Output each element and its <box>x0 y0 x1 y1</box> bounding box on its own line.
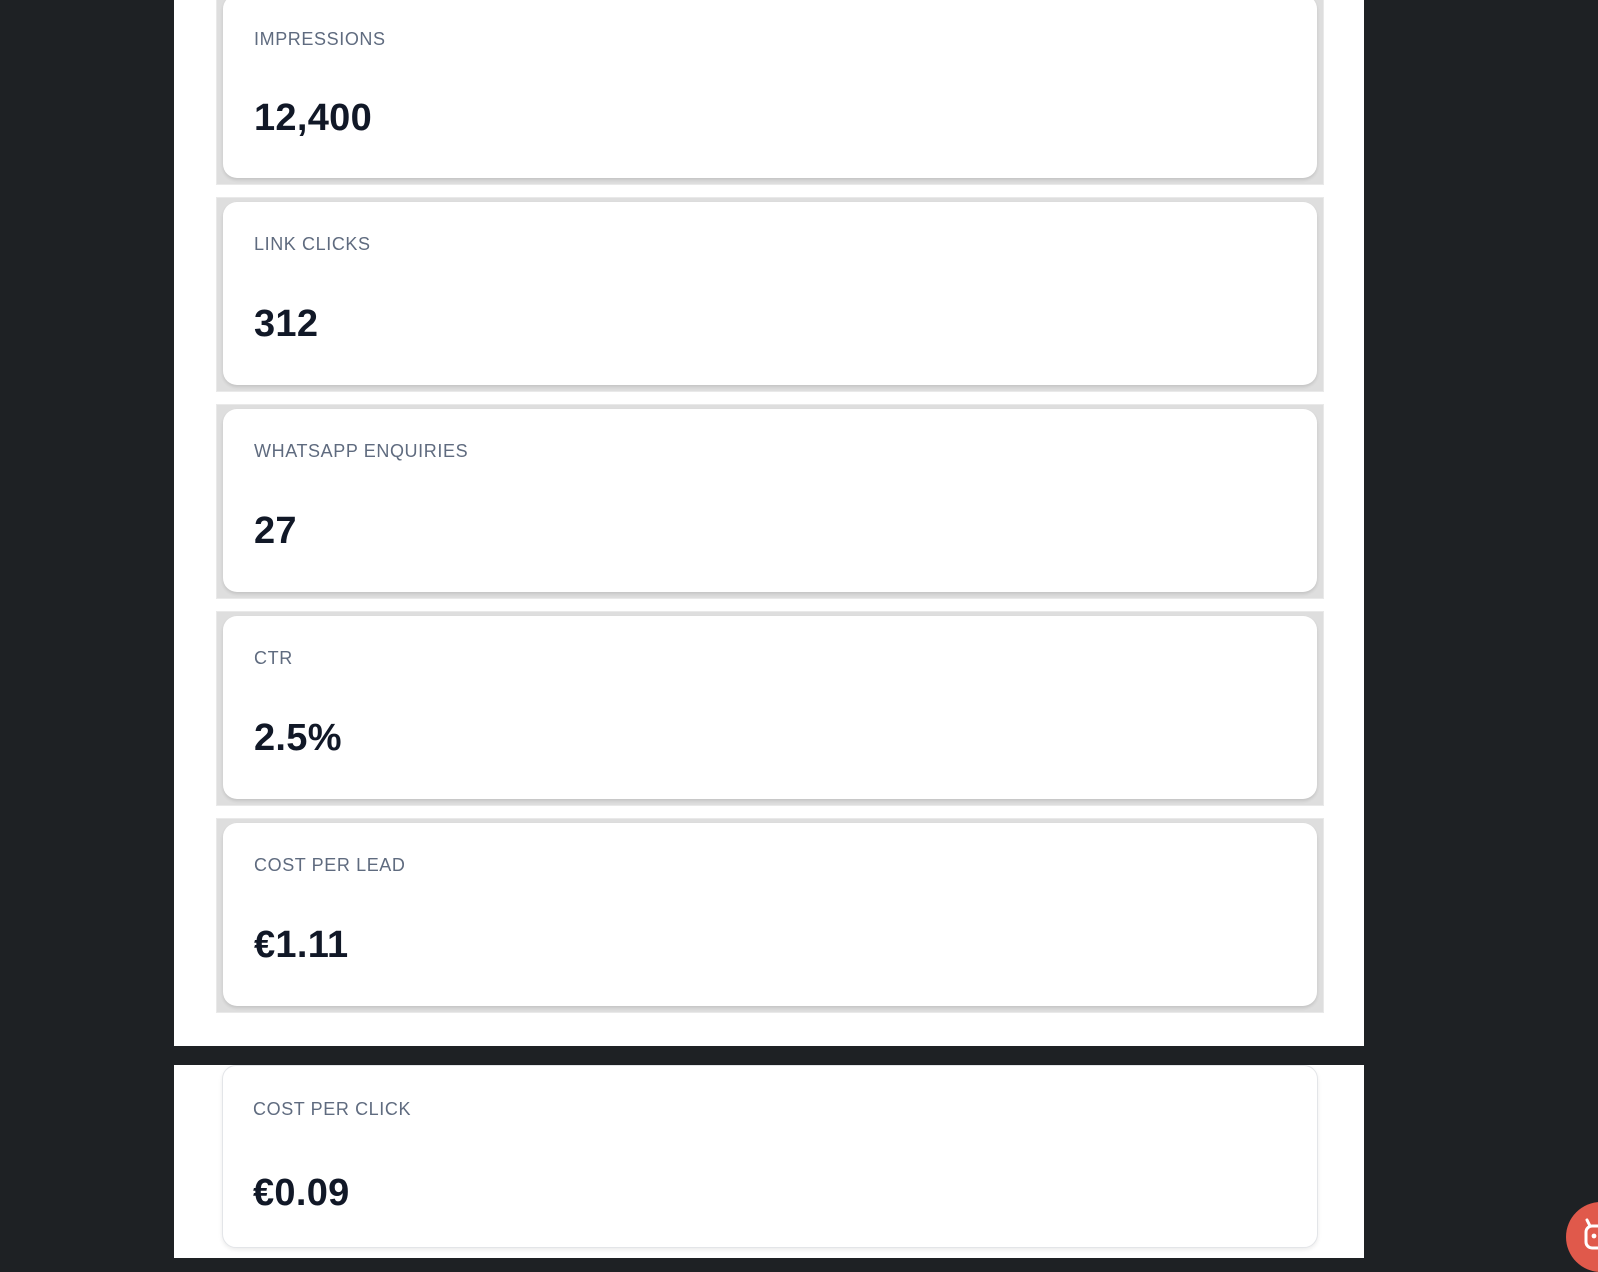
metric-card-body: WHATSAPP ENQUIRIES 27 <box>223 409 1317 592</box>
metric-label: WHATSAPP ENQUIRIES <box>254 441 469 461</box>
metric-value: 12,400 <box>254 97 373 139</box>
metric-card-body: IMPRESSIONS 12,400 <box>223 0 1317 178</box>
metric-value: €0.09 <box>253 1172 350 1214</box>
metric-card-whatsapp-enquiries: WHATSAPP ENQUIRIES 27 <box>216 404 1324 599</box>
metric-card-ctr: CTR 2.5% <box>216 611 1324 806</box>
metric-card-cost-per-click: COST PER CLICK €0.09 <box>222 1065 1318 1248</box>
assistant-icon <box>1584 1218 1598 1250</box>
metric-card-impressions: IMPRESSIONS 12,400 <box>216 0 1324 185</box>
metric-card-body: CTR 2.5% <box>223 616 1317 799</box>
metric-value: 27 <box>254 510 297 552</box>
metric-card-link-clicks: LINK CLICKS 312 <box>216 197 1324 392</box>
assistant-fab-button[interactable] <box>1566 1202 1598 1272</box>
metric-value: 312 <box>254 303 319 345</box>
metric-card-cost-per-lead: COST PER LEAD €1.11 <box>216 818 1324 1013</box>
metric-label: IMPRESSIONS <box>254 29 386 49</box>
metric-label: COST PER CLICK <box>253 1099 412 1119</box>
metric-label: LINK CLICKS <box>254 234 371 254</box>
metric-value: €1.11 <box>254 924 349 966</box>
metric-label: COST PER LEAD <box>254 855 406 875</box>
metric-card-body: LINK CLICKS 312 <box>223 202 1317 385</box>
metric-card-body: COST PER LEAD €1.11 <box>223 823 1317 1006</box>
metric-value: 2.5% <box>254 717 342 759</box>
metric-label: CTR <box>254 648 293 668</box>
